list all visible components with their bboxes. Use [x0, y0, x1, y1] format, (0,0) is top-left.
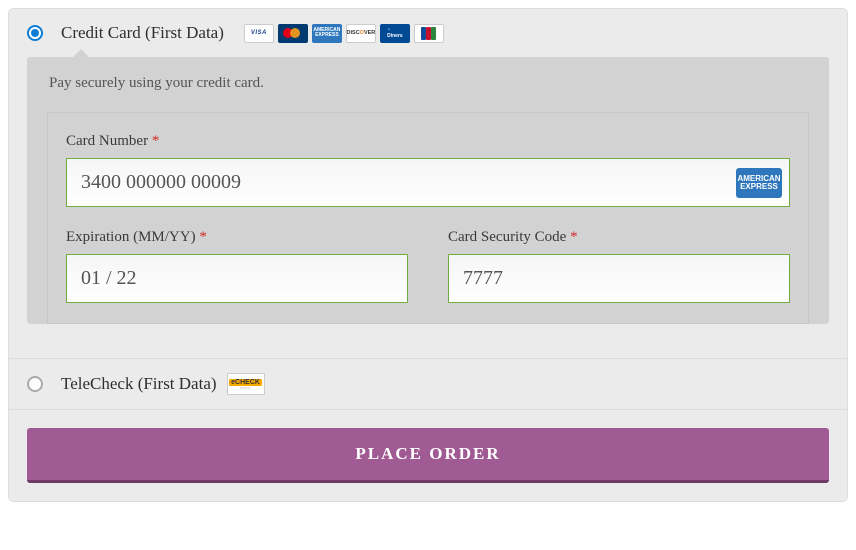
required-asterisk-icon: *	[570, 229, 578, 245]
submit-area: PLACE ORDER	[9, 409, 847, 501]
expiration-label-text: Expiration (MM/YY)	[66, 229, 196, 245]
credit-card-description: Pay securely using your credit card.	[27, 57, 829, 102]
telecheck-label: TeleCheck (First Data)	[61, 374, 217, 394]
discover-icon: DISCOVER	[346, 24, 376, 43]
detected-amex-icon: AMERICANEXPRESS	[736, 168, 782, 198]
visa-icon: VISA	[244, 24, 274, 43]
telecheck-option-header[interactable]: TeleCheck (First Data) eCHECK ━━━━	[27, 373, 829, 395]
card-number-label: Card Number *	[66, 133, 790, 150]
telecheck-radio[interactable]	[27, 376, 43, 392]
echeck-logo-text: eCHECK	[229, 379, 262, 386]
panel-arrow-icon	[71, 49, 91, 59]
required-asterisk-icon: *	[152, 133, 160, 149]
credit-card-form-panel: Pay securely using your credit card. Car…	[27, 57, 829, 324]
cvc-input[interactable]	[448, 254, 790, 303]
credit-card-radio[interactable]	[27, 25, 43, 41]
card-form: Card Number * AMERICANEXPRESS Expiration…	[47, 112, 809, 324]
accepted-card-logos: VISA AMERICANEXPRESS DISCOVER ◔Diners	[244, 24, 444, 43]
expiration-label: Expiration (MM/YY) *	[66, 229, 408, 246]
card-number-input[interactable]	[66, 158, 790, 207]
mastercard-icon	[278, 24, 308, 43]
place-order-button[interactable]: PLACE ORDER	[27, 428, 829, 483]
amex-icon: AMERICANEXPRESS	[312, 24, 342, 43]
cvc-label: Card Security Code *	[448, 229, 790, 246]
expiration-input[interactable]	[66, 254, 408, 303]
credit-card-label: Credit Card (First Data)	[61, 23, 224, 43]
credit-card-option-header[interactable]: Credit Card (First Data) VISA AMERICANEX…	[27, 23, 829, 43]
echeck-icon: eCHECK ━━━━	[227, 373, 265, 395]
jcb-icon	[414, 24, 444, 43]
diners-icon: ◔Diners	[380, 24, 410, 43]
payment-methods-panel: Credit Card (First Data) VISA AMERICANEX…	[8, 8, 848, 502]
cvc-label-text: Card Security Code	[448, 229, 566, 245]
required-asterisk-icon: *	[199, 229, 207, 245]
payment-option-credit-card: Credit Card (First Data) VISA AMERICANEX…	[9, 9, 847, 358]
card-number-label-text: Card Number	[66, 133, 148, 149]
payment-option-telecheck: TeleCheck (First Data) eCHECK ━━━━	[9, 359, 847, 409]
